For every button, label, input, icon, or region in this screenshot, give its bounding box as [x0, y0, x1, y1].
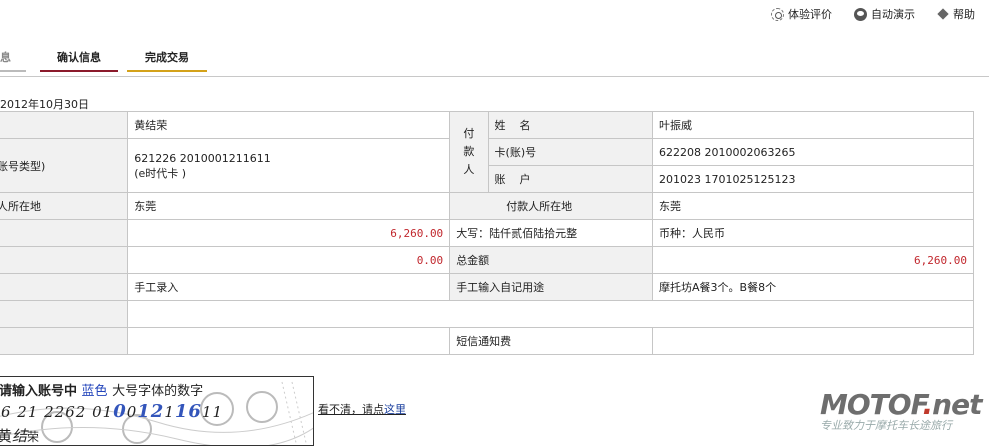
site-watermark: MOTOF.net 专业致力于摩托车长途旅行: [820, 388, 989, 446]
captcha-digits-mid: 0: [126, 403, 138, 421]
captcha-name-a: 黄: [0, 427, 12, 445]
captcha-digits-post: 1: [164, 403, 175, 421]
play-icon: [854, 7, 867, 21]
help-link[interactable]: 帮助: [937, 6, 975, 22]
fee-label: [0, 246, 129, 274]
captcha-name: 黄结荣: [0, 425, 40, 445]
payer-side-label: 付款人: [449, 111, 489, 193]
purpose: 摩托坊A餐3个。B餐8个: [652, 273, 974, 301]
captcha-digit-big-1: 0: [113, 401, 127, 422]
captcha-digits: 6 21 2262 01001211611: [1, 401, 223, 422]
sms-row-value: [127, 327, 451, 355]
sms-row-label: [0, 327, 129, 355]
rating-link[interactable]: 体验评价: [771, 6, 832, 22]
total-amount: 6,260.00: [652, 246, 974, 274]
payer-card-label: 卡(账)号: [487, 138, 654, 166]
captcha-instruction: 请输入账号中 蓝色 大号字体的数字: [0, 380, 203, 399]
help-icon: [937, 8, 949, 20]
payer-location-label: 付款人所在地: [449, 192, 654, 220]
captcha-name-c: 荣: [27, 430, 40, 444]
sms-fee-label: 短信通知费: [449, 327, 654, 355]
payee-card-type: (e时代卡 ): [134, 166, 187, 180]
payee-location: 东莞: [127, 192, 451, 220]
sms-fee-value: [652, 327, 974, 355]
captcha-instruction-blue: 蓝色: [81, 384, 108, 399]
remark-value: [127, 300, 974, 328]
payee-name: 黄结荣: [127, 111, 451, 139]
captcha-name-b: 结: [12, 427, 28, 445]
verification-image: 请输入账号中 蓝色 大号字体的数字 6 21 2262 01001211611 …: [0, 376, 314, 446]
transfer-info-table: 黄结荣 付款人 姓 名 叶振威 账号类型) 621226 20100012116…: [0, 111, 974, 355]
payer-card: 622208 2010002063265: [652, 138, 974, 166]
refresh-captcha-text: 看不清，请点: [318, 403, 384, 416]
refresh-captcha-link[interactable]: 看不清，请点这里: [318, 401, 406, 417]
total-label: 总金额: [449, 246, 654, 274]
amount-in-words: 大写：陆仟贰佰陆拾元整: [449, 219, 654, 247]
tab-complete: 完成交易: [127, 47, 207, 72]
help-link-label: 帮助: [953, 8, 975, 21]
payer-location: 东莞: [652, 192, 974, 220]
tab-confirm-info: 确认信息: [40, 47, 118, 72]
refresh-captcha-here[interactable]: 这里: [384, 403, 406, 416]
captcha-digit-big-2: 12: [137, 401, 165, 422]
captcha-instruction-a: 请输入账号中: [0, 384, 78, 399]
purpose-label: 手工输入自记用途: [449, 273, 654, 301]
transaction-date: 2012年10月30日: [0, 98, 89, 111]
payer-account: 201023 1701025125123: [652, 165, 974, 193]
payee-account: 621226 2010001211611: [134, 151, 271, 165]
captcha-digits-pre: 6 21 2262 01: [1, 403, 114, 421]
tab-fill-info: 息: [0, 47, 26, 72]
tab-divider: [0, 76, 989, 77]
payer-name: 叶振威: [652, 111, 974, 139]
entry-mode-label: [0, 273, 129, 301]
currency: 币种：人民币: [652, 219, 974, 247]
captcha-digits-end: 11: [201, 403, 224, 421]
auto-demo-link-label: 自动演示: [871, 8, 915, 21]
captcha-instruction-c: 大号字体的数字: [112, 384, 204, 399]
payee-account-label: 账号类型): [0, 138, 129, 193]
top-links: 体验评价 自动演示 帮助: [771, 6, 975, 22]
amount-label: [0, 219, 129, 247]
payer-account-label: 账 户: [487, 165, 654, 193]
payee-name-label: [0, 111, 129, 139]
fee-amount: 0.00: [127, 246, 451, 274]
rating-link-label: 体验评价: [788, 8, 832, 21]
entry-mode: 手工录入: [127, 273, 451, 301]
payee-account-cell: 621226 2010001211611 (e时代卡 ): [127, 138, 451, 193]
auto-demo-link[interactable]: 自动演示: [854, 6, 915, 22]
remark-label: [0, 300, 129, 328]
payer-name-label: 姓 名: [487, 111, 654, 139]
payee-location-label: 人所在地: [0, 192, 129, 220]
transfer-amount: 6,260.00: [127, 219, 451, 247]
payer-side-text: 付款人: [463, 127, 475, 176]
captcha-digit-big-3: 16: [174, 401, 202, 422]
sun-icon: [771, 7, 784, 21]
